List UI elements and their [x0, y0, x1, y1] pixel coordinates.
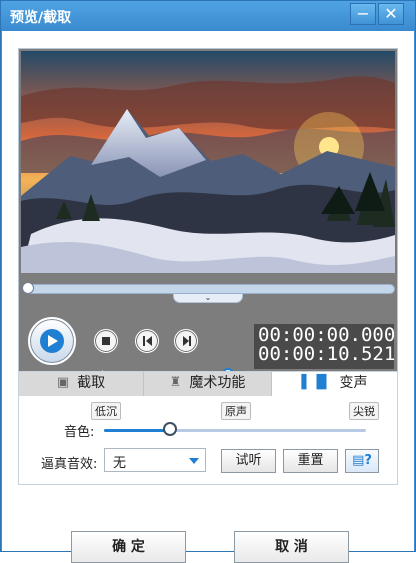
play-button[interactable]: [28, 317, 76, 365]
collapse-preview-toggle[interactable]: ⌄: [173, 294, 243, 303]
tab-magic[interactable]: ♜ 魔术功能: [144, 372, 272, 396]
realistic-effect-label: 逼真音效:: [41, 457, 98, 472]
tab-voice-change-label: 变声: [339, 375, 368, 391]
time-display: 00:00:00.000 00:00:10.521: [254, 324, 396, 369]
pitch-high-label: 尖锐: [349, 402, 379, 420]
dropdown-arrow-icon: [189, 458, 199, 464]
crop-icon: ▣: [56, 375, 70, 390]
stop-button[interactable]: [94, 329, 118, 353]
video-preview: [21, 51, 395, 273]
total-time: 00:00:10.521: [258, 343, 396, 365]
pitch-original-label: 原声: [221, 402, 251, 420]
help-icon: ▤?: [352, 453, 372, 468]
play-icon: [40, 329, 64, 353]
video-preview-panel: ⌄ 00:00:00.000 00:00:10.521: [18, 48, 398, 385]
listen-button[interactable]: 试听: [221, 449, 276, 473]
tab-crop[interactable]: ▣ 截取: [19, 372, 144, 396]
tab-magic-label: 魔术功能: [189, 375, 246, 391]
window-title: 预览/截取: [10, 10, 72, 26]
video-progress-handle[interactable]: [22, 282, 34, 294]
close-button[interactable]: ✕: [378, 3, 404, 25]
audio-wave-icon: ▌▐▌: [301, 375, 332, 390]
preview-crop-dialog: 预览/截取 − ✕ ⌄ 00:00:00.000 00:00:10.521 ▣ …: [0, 0, 416, 563]
confirm-button[interactable]: 确 定: [71, 531, 186, 563]
pitch-slider-track[interactable]: [104, 429, 366, 432]
pitch-slider-handle[interactable]: [163, 422, 177, 436]
pitch-label: 音色:: [64, 425, 95, 440]
cancel-button[interactable]: 取 消: [234, 531, 349, 563]
tab-voice-change[interactable]: ▌▐▌ 变声: [272, 372, 397, 396]
title-bar: 预览/截取 − ✕: [1, 1, 415, 31]
previous-frame-button[interactable]: [135, 329, 159, 353]
help-button[interactable]: ▤?: [345, 449, 379, 473]
close-icon: ✕: [384, 4, 398, 23]
minimize-button[interactable]: −: [350, 3, 376, 25]
tab-bar: ▣ 截取 ♜ 魔术功能 ▌▐▌ 变声: [19, 372, 397, 396]
dialog-content: ⌄ 00:00:00.000 00:00:10.521 ▣ 截取 ♜ 魔术功能 ▌▐…: [2, 31, 414, 563]
chevron-down-icon: ⌄: [204, 293, 212, 302]
minimize-icon: −: [356, 4, 370, 23]
realistic-effect-select[interactable]: 无: [104, 448, 206, 472]
tab-crop-label: 截取: [77, 375, 106, 391]
reset-button[interactable]: 重置: [283, 449, 338, 473]
mountain-sunset-preview: [21, 51, 395, 273]
next-frame-button[interactable]: [174, 329, 198, 353]
magic-hat-icon: ♜: [169, 375, 182, 390]
pitch-low-label: 低沉: [91, 402, 121, 420]
editing-tabs-panel: ▣ 截取 ♜ 魔术功能 ▌▐▌ 变声 低沉 原声 尖锐 音色: 逼真音效: 无 试听 …: [18, 371, 398, 485]
realistic-effect-value: 无: [113, 456, 127, 471]
